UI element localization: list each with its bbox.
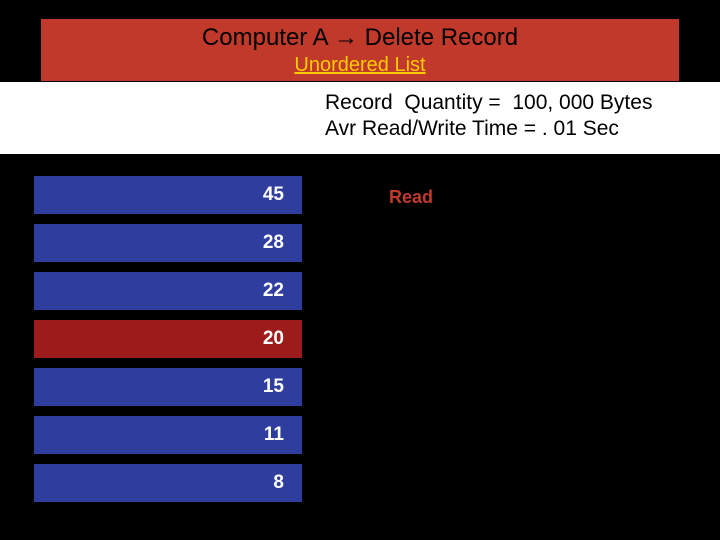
list-item: 11 bbox=[33, 415, 303, 455]
slide-subtitle: Unordered List bbox=[294, 54, 425, 77]
record-list: 45 28 22 20 15 11 8 bbox=[33, 175, 303, 511]
read-pointer: Read bbox=[313, 187, 433, 208]
slide-title: Computer A → Delete Record bbox=[202, 24, 518, 52]
info-line2: Avr Read/Write Time = . 01 Sec bbox=[325, 117, 619, 140]
list-item: 45 bbox=[33, 175, 303, 215]
arrow-shaft bbox=[327, 196, 379, 200]
list-item: 20 bbox=[33, 319, 303, 359]
slide-header: Computer A → Delete Record Unordered Lis… bbox=[40, 18, 680, 82]
list-item: 15 bbox=[33, 367, 303, 407]
read-label: Read bbox=[389, 187, 433, 208]
info-block: Record Quantity = 100, 000 Bytes Avr Rea… bbox=[325, 90, 652, 143]
arrow-left-icon bbox=[313, 190, 327, 206]
info-line1: Record Quantity = 100, 000 Bytes bbox=[325, 91, 652, 114]
list-item: 28 bbox=[33, 223, 303, 263]
list-item: 8 bbox=[33, 463, 303, 503]
list-item: 22 bbox=[33, 271, 303, 311]
